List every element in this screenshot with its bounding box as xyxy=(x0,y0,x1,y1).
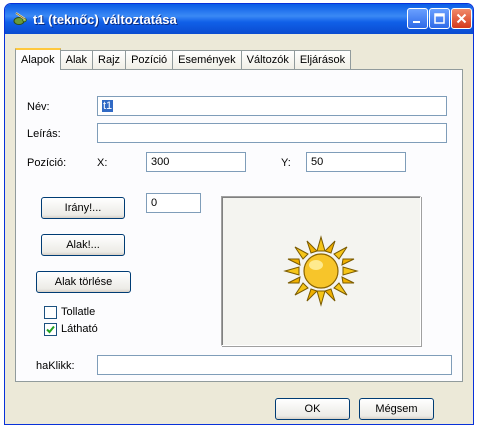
direction-field[interactable]: 0 xyxy=(146,193,201,213)
tab-alak[interactable]: Alak xyxy=(59,50,94,69)
shape-preview xyxy=(221,196,421,346)
sun-icon xyxy=(283,235,359,307)
check-icon xyxy=(46,325,55,334)
name-label: Név: xyxy=(27,101,50,113)
description-field[interactable] xyxy=(97,123,447,143)
dialog-window: t1 (teknőc) változtatása Alapok Alak Raj… xyxy=(4,3,474,425)
description-label: Leírás: xyxy=(27,128,61,140)
pen-up-checkbox[interactable] xyxy=(44,306,57,319)
title-bar[interactable]: t1 (teknőc) változtatása xyxy=(5,4,473,34)
tab-panel-alapok: Név: t1 Leírás: Pozíció: X: 300 Y: 50 Ir… xyxy=(15,69,463,382)
ok-button[interactable]: OK xyxy=(275,398,350,420)
direction-button[interactable]: Irány!... xyxy=(41,197,125,219)
delete-shape-button[interactable]: Alak törlése xyxy=(36,271,131,293)
pen-up-label: Tollatle xyxy=(61,306,96,318)
shape-button[interactable]: Alak!... xyxy=(41,234,125,256)
turtle-pen-icon xyxy=(11,10,29,28)
window-title: t1 (teknőc) változtatása xyxy=(33,11,177,27)
tab-pozicio[interactable]: Pozíció xyxy=(125,50,174,69)
tab-strip: Alapok Alak Rajz Pozíció Események Válto… xyxy=(15,48,352,70)
tab-valtozok[interactable]: Változók xyxy=(240,50,295,69)
x-label: X: xyxy=(97,157,108,169)
tab-esemenyek[interactable]: Események xyxy=(172,50,242,69)
maximize-icon[interactable] xyxy=(429,8,450,29)
visible-label: Látható xyxy=(61,323,98,335)
name-field[interactable]: t1 xyxy=(97,96,447,116)
x-field[interactable]: 300 xyxy=(146,152,246,172)
tab-alapok[interactable]: Alapok xyxy=(15,48,61,70)
position-label: Pozíció: xyxy=(27,157,67,169)
y-field[interactable]: 50 xyxy=(306,152,406,172)
on-click-label: haKlikk: xyxy=(36,360,75,372)
tab-rajz[interactable]: Rajz xyxy=(92,50,127,69)
tab-eljarasok[interactable]: Eljárások xyxy=(293,50,352,69)
minimize-icon[interactable] xyxy=(407,8,428,29)
visible-checkbox[interactable] xyxy=(44,323,57,336)
close-icon[interactable] xyxy=(451,8,472,29)
cancel-button[interactable]: Mégsem xyxy=(359,398,434,420)
on-click-field[interactable] xyxy=(97,355,452,375)
name-value: t1 xyxy=(102,100,114,112)
y-label: Y: xyxy=(281,157,291,169)
